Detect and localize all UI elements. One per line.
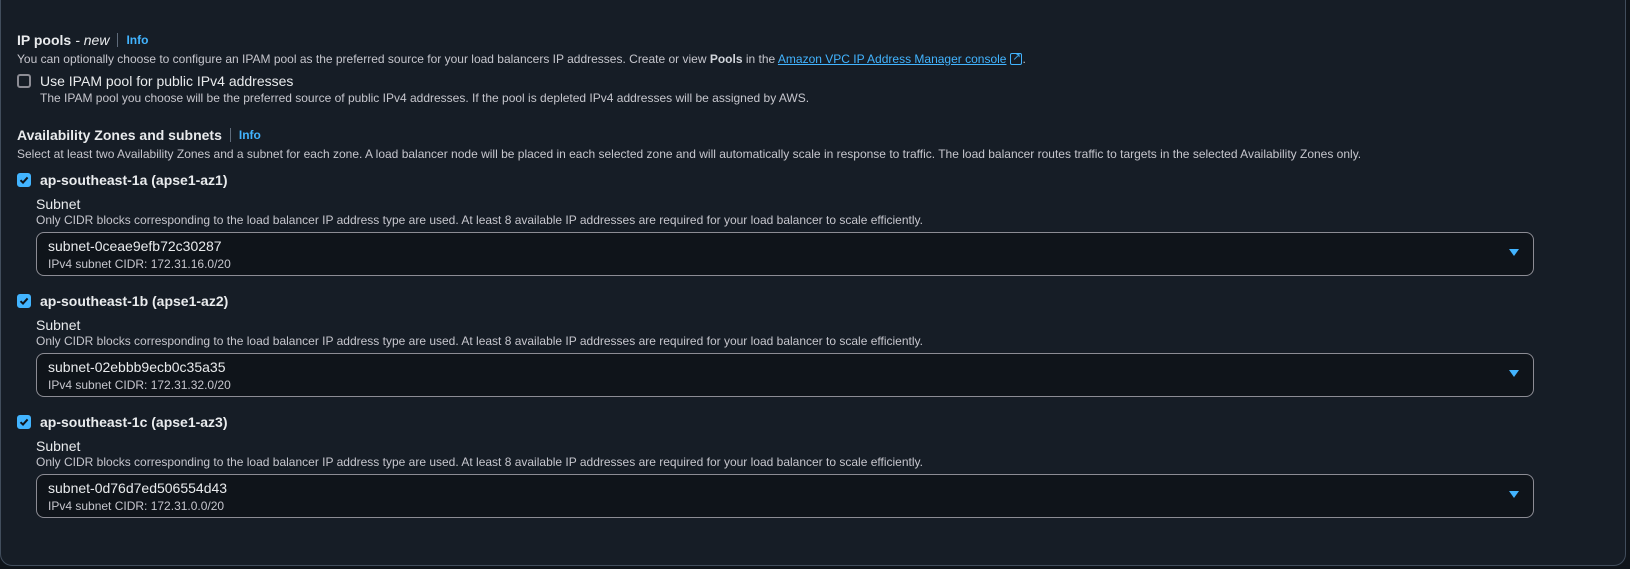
zone-label[interactable]: ap-southeast-1b (apse1-az2) (40, 293, 228, 309)
use-ipam-pool-label[interactable]: Use IPAM pool for public IPv4 addresses (40, 73, 293, 89)
subnet-description: Only CIDR blocks corresponding to the lo… (36, 334, 923, 348)
caret-down-icon (1509, 491, 1519, 498)
ipam-console-link-label: Amazon VPC IP Address Manager console (777, 52, 1007, 66)
zone-item: ap-southeast-1b (apse1-az2) Subnet Only … (17, 293, 1534, 397)
ip-pools-new-tag: - new (75, 32, 110, 48)
zone-checkbox[interactable] (17, 173, 31, 187)
subnet-title: Subnet (36, 196, 81, 212)
desc-pools-bold: Pools (709, 52, 743, 66)
desc-text: You can optionally choose to configure a… (17, 52, 710, 66)
subnet-select-value: subnet-02ebbb9ecb0c35a35 (48, 359, 226, 375)
checkmark-icon (19, 176, 29, 185)
az-description: Select at least two Availability Zones a… (17, 147, 1362, 161)
zone-item: ap-southeast-1a (apse1-az1) Subnet Only … (17, 172, 1534, 276)
subnet-cidr: IPv4 subnet CIDR: 172.31.32.0/20 (48, 378, 231, 392)
subnet-select[interactable]: subnet-0d76d7ed506554d43 IPv4 subnet CID… (36, 474, 1534, 518)
desc-text: in the (742, 52, 778, 66)
subnet-select-value: subnet-0d76d7ed506554d43 (48, 480, 228, 496)
use-ipam-pool-description: The IPAM pool you choose will be the pre… (40, 91, 810, 105)
subnet-description: Only CIDR blocks corresponding to the lo… (36, 213, 923, 227)
zone-checkbox[interactable] (17, 415, 31, 429)
zone-label[interactable]: ap-southeast-1c (apse1-az3) (40, 414, 228, 430)
caret-down-icon (1509, 249, 1519, 256)
subnet-title: Subnet (36, 317, 81, 333)
subnet-select[interactable]: subnet-02ebbb9ecb0c35a35 IPv4 subnet CID… (36, 353, 1534, 397)
checkmark-icon (19, 418, 29, 427)
subnet-description: Only CIDR blocks corresponding to the lo… (36, 455, 923, 469)
az-title: Availability Zones and subnets (17, 127, 222, 143)
use-ipam-pool-checkbox[interactable] (17, 74, 31, 88)
zone-checkbox[interactable] (17, 294, 31, 308)
divider (229, 128, 231, 142)
checkmark-icon (19, 297, 29, 306)
subnet-cidr: IPv4 subnet CIDR: 172.31.0.0/20 (48, 499, 225, 513)
zone-item: ap-southeast-1c (apse1-az3) Subnet Only … (17, 414, 1534, 518)
desc-text: . (1022, 52, 1026, 66)
ip-pools-description: You can optionally choose to configure a… (17, 50, 1026, 67)
caret-down-icon (1509, 370, 1519, 377)
subnet-title: Subnet (36, 438, 81, 454)
ip-pools-title: IP pools (17, 32, 72, 48)
subnet-select-value: subnet-0ceae9efb72c30287 (48, 238, 222, 254)
divider (117, 33, 119, 47)
ip-pools-section: IP pools - new Info You can optionally c… (17, 30, 1026, 105)
ip-pools-info-link[interactable]: Info (126, 33, 148, 47)
zone-label[interactable]: ap-southeast-1a (apse1-az1) (40, 172, 228, 188)
ipam-console-link[interactable]: Amazon VPC IP Address Manager console (777, 50, 1023, 66)
external-link-icon (1010, 50, 1023, 66)
az-info-link[interactable]: Info (239, 128, 261, 142)
subnet-cidr: IPv4 subnet CIDR: 172.31.16.0/20 (48, 257, 231, 271)
subnet-select[interactable]: subnet-0ceae9efb72c30287 IPv4 subnet CID… (36, 232, 1534, 276)
az-section: Availability Zones and subnets Info Sele… (17, 125, 1361, 162)
